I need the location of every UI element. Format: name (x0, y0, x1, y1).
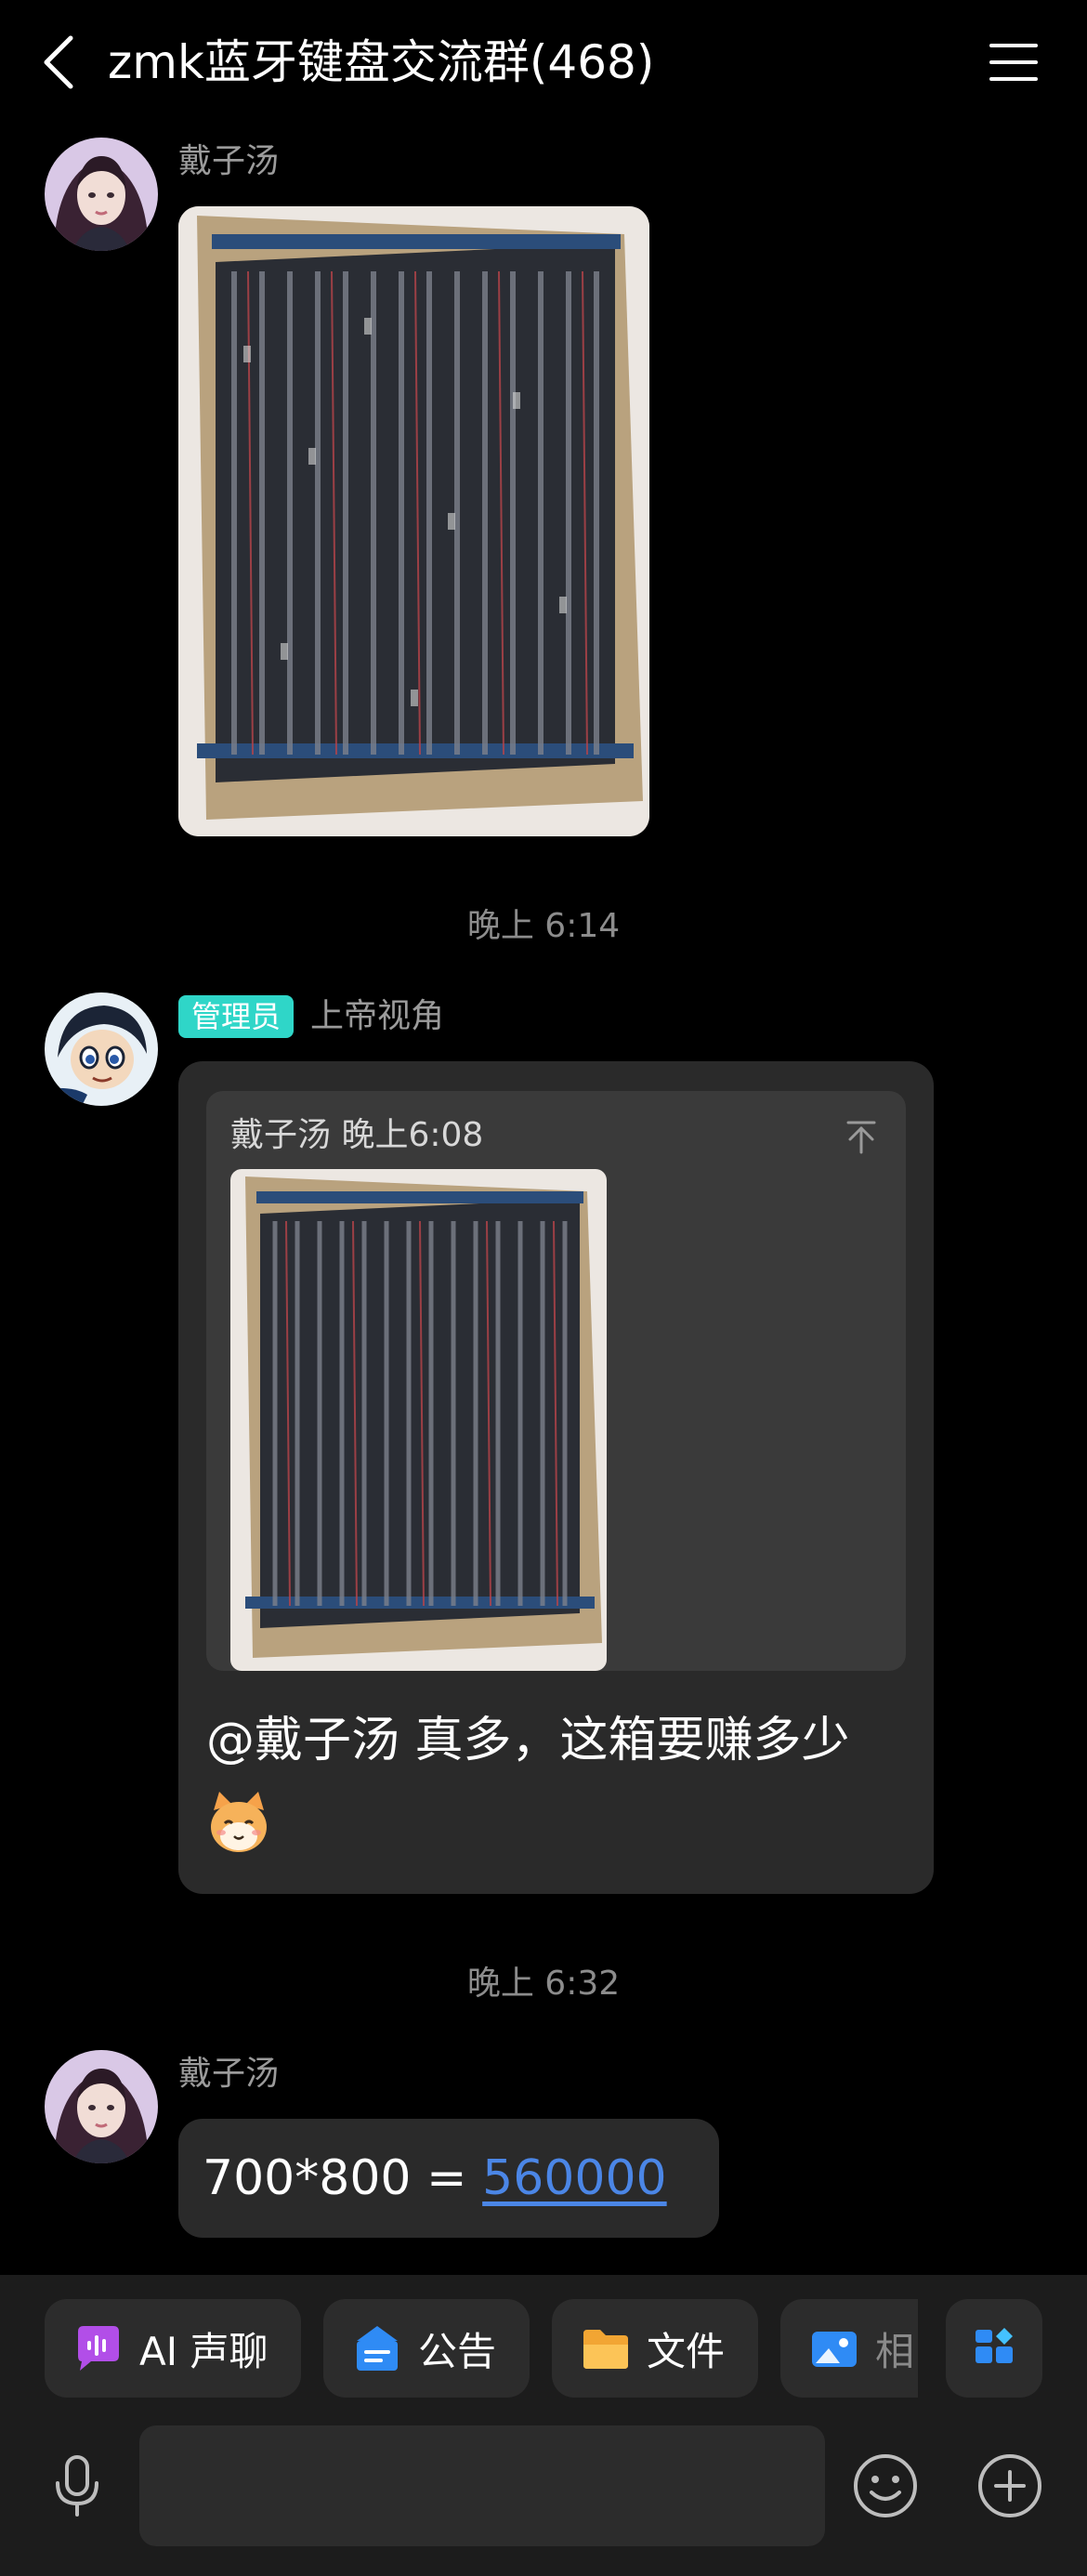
album-button[interactable]: 相 (780, 2299, 918, 2398)
announcement-button[interactable]: 公告 (323, 2299, 530, 2398)
chip-label: 公告 (418, 2328, 497, 2374)
avatar[interactable] (45, 992, 158, 1106)
chevron-left-icon (44, 35, 73, 89)
message-photo[interactable] (178, 206, 649, 836)
message-text: @戴子汤 真多，这箱要赚多少 (206, 1713, 850, 1768)
message-text: 700*800 = 560000 (203, 2146, 667, 2211)
menu-button[interactable] (989, 37, 1039, 87)
apps-grid-button[interactable] (946, 2299, 1042, 2398)
result-link[interactable]: 560000 (482, 2150, 667, 2206)
text-message-bubble[interactable]: 700*800 = 560000 (178, 2119, 719, 2238)
cat-face-emoji-icon (211, 1792, 267, 1852)
sender-name: 上帝视角 (310, 997, 445, 1035)
quoted-time: 晚上6:08 (341, 1116, 484, 1154)
sender-name: 戴子汤 (178, 2055, 280, 2093)
quoted-meta: 戴子汤 晚上6:08 (230, 1115, 483, 1156)
arrow-up-to-top-icon (846, 1121, 876, 1154)
files-button[interactable]: 文件 (552, 2299, 758, 2398)
quoted-message-card[interactable]: 戴子汤 晚上6:08 (206, 1091, 906, 1671)
plus-icon (978, 2454, 1041, 2517)
ai-voice-chat-icon (78, 2326, 119, 2371)
back-button[interactable] (35, 32, 82, 93)
ai-voice-chat-button[interactable]: AI 声聊 (45, 2299, 301, 2398)
time-separator: 晚上 6:32 (466, 1965, 621, 2003)
microphone-icon (56, 2455, 98, 2517)
time-separator: 晚上 6:14 (466, 907, 621, 945)
admin-role-badge: 管理员 (178, 995, 295, 1038)
emoji-icon (854, 2454, 917, 2517)
album-icon (812, 2332, 857, 2367)
sender-name: 戴子汤 (178, 142, 280, 180)
apps-grid-icon (976, 2328, 1013, 2363)
hamburger-menu-icon (989, 44, 1038, 81)
chip-label: 文件 (647, 2328, 726, 2374)
more-actions-button[interactable] (976, 2451, 1044, 2520)
folder-icon (583, 2330, 628, 2369)
chat-header: zmk蓝牙键盘交流群(468) (0, 0, 1087, 130)
avatar[interactable] (45, 2050, 158, 2163)
voice-input-button[interactable] (43, 2451, 111, 2520)
avatar[interactable] (45, 138, 158, 251)
jump-to-original-button[interactable] (843, 1119, 880, 1156)
reply-message-bubble[interactable]: 戴子汤 晚上6:08 @戴子汤 真多，这箱要赚多少 (178, 1061, 934, 1894)
chip-label: 相 (875, 2328, 915, 2374)
announcement-icon (357, 2326, 398, 2371)
emoji-button[interactable] (851, 2451, 920, 2520)
equation-text: 700*800 = (203, 2150, 483, 2206)
message-input[interactable] (139, 2425, 825, 2546)
cat-emoji-sticker (206, 1790, 271, 1855)
chat-title: zmk蓝牙键盘交流群(468) (108, 35, 655, 89)
quoted-photo[interactable] (230, 1169, 607, 1671)
quoted-sender: 戴子汤 (230, 1116, 332, 1154)
chip-label: AI 声聊 (139, 2328, 268, 2374)
